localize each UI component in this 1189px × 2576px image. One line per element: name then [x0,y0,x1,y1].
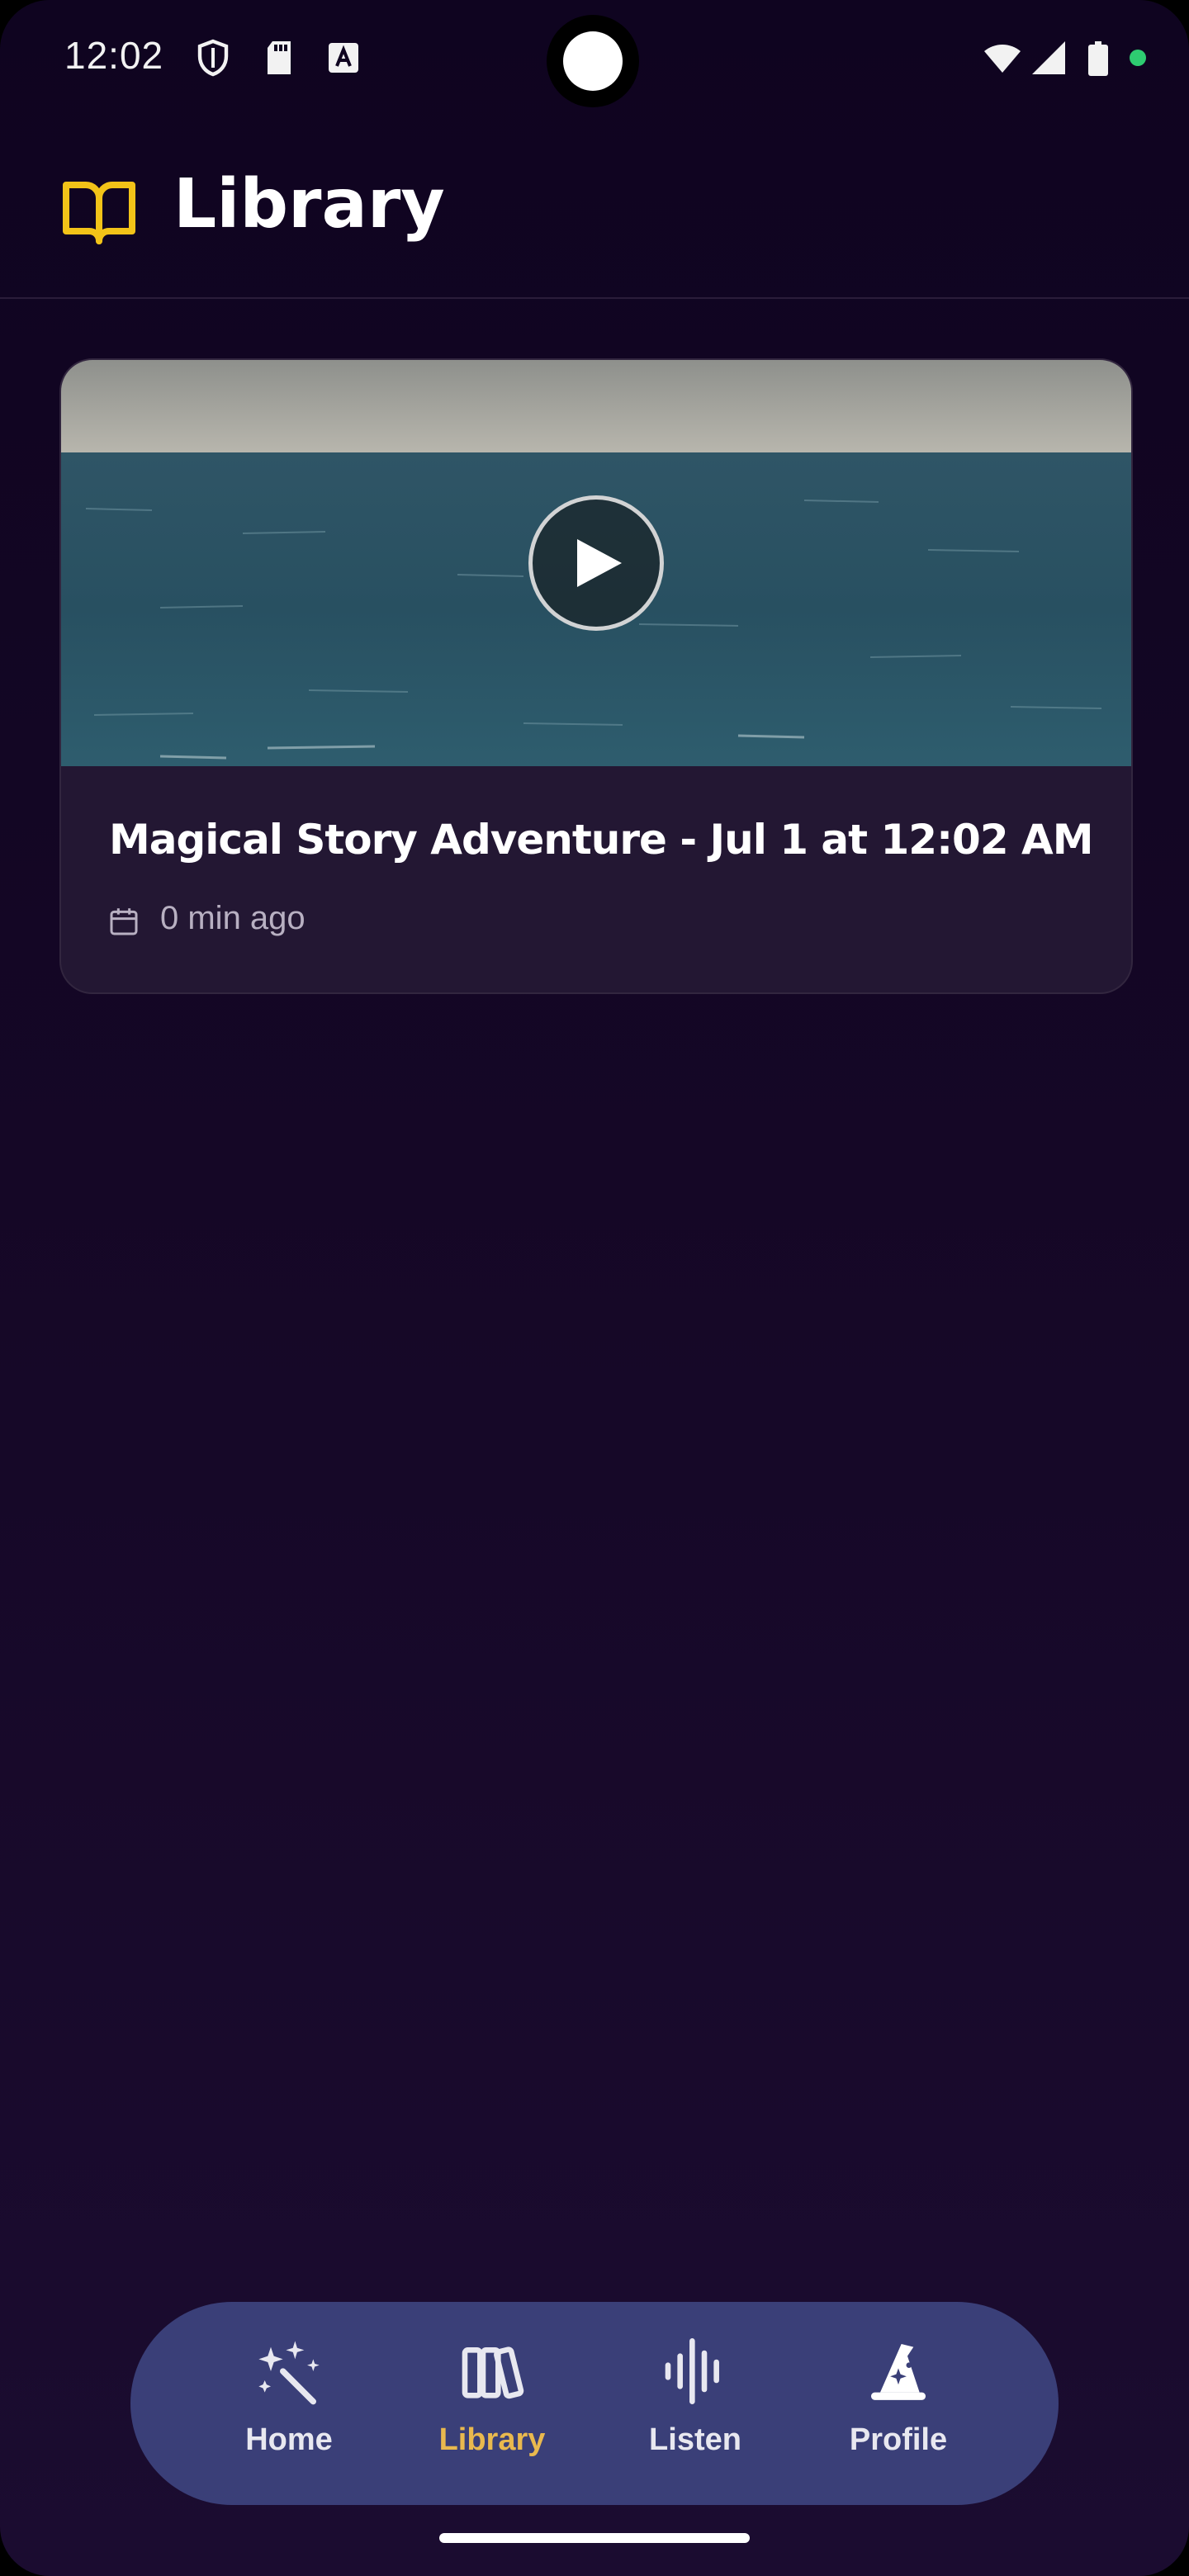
home-indicator[interactable] [439,2533,750,2543]
library-screen: 12:02 Library Magical Story Adventure - … [0,0,1189,2576]
magic-wand-icon [258,2341,320,2405]
battery-icon [1088,41,1108,76]
sd-card-icon [268,41,291,74]
nav-label-profile: Profile [849,2422,948,2457]
nav-label-listen: Listen [649,2422,741,2457]
story-card[interactable]: Magical Story Adventure - Jul 1 at 12:02… [59,358,1133,994]
nav-item-listen[interactable]: Listen [613,2335,778,2475]
bottom-nav: Home Library Listen Profile [130,2302,1059,2505]
wizard-hat-icon [871,2344,926,2400]
page-title: Library [173,165,445,244]
nav-item-profile[interactable]: Profile [816,2335,981,2475]
story-title: Magical Story Adventure - Jul 1 at 12:02… [109,816,1093,864]
status-bar: 12:02 [0,0,1189,124]
wifi-icon [984,45,1021,73]
nav-item-library[interactable]: Library [410,2335,575,2475]
sound-wave-icon [665,2338,719,2404]
shield-icon [197,39,229,77]
play-icon [577,539,622,587]
nav-item-home[interactable]: Home [206,2335,372,2475]
privacy-dot-icon [1130,50,1146,66]
status-time: 12:02 [64,34,164,77]
open-book-icon [63,182,135,244]
books-icon [462,2346,524,2399]
camera-lens [563,31,623,91]
calendar-icon [110,908,138,935]
nav-label-home: Home [245,2422,333,2457]
app-header: Library [0,149,1189,299]
story-time-ago: 0 min ago [160,900,306,936]
font-a-icon [329,43,358,73]
signal-icon [1032,41,1065,74]
play-button[interactable] [528,495,664,631]
camera-cutout [547,15,639,107]
nav-label-library: Library [438,2422,546,2457]
